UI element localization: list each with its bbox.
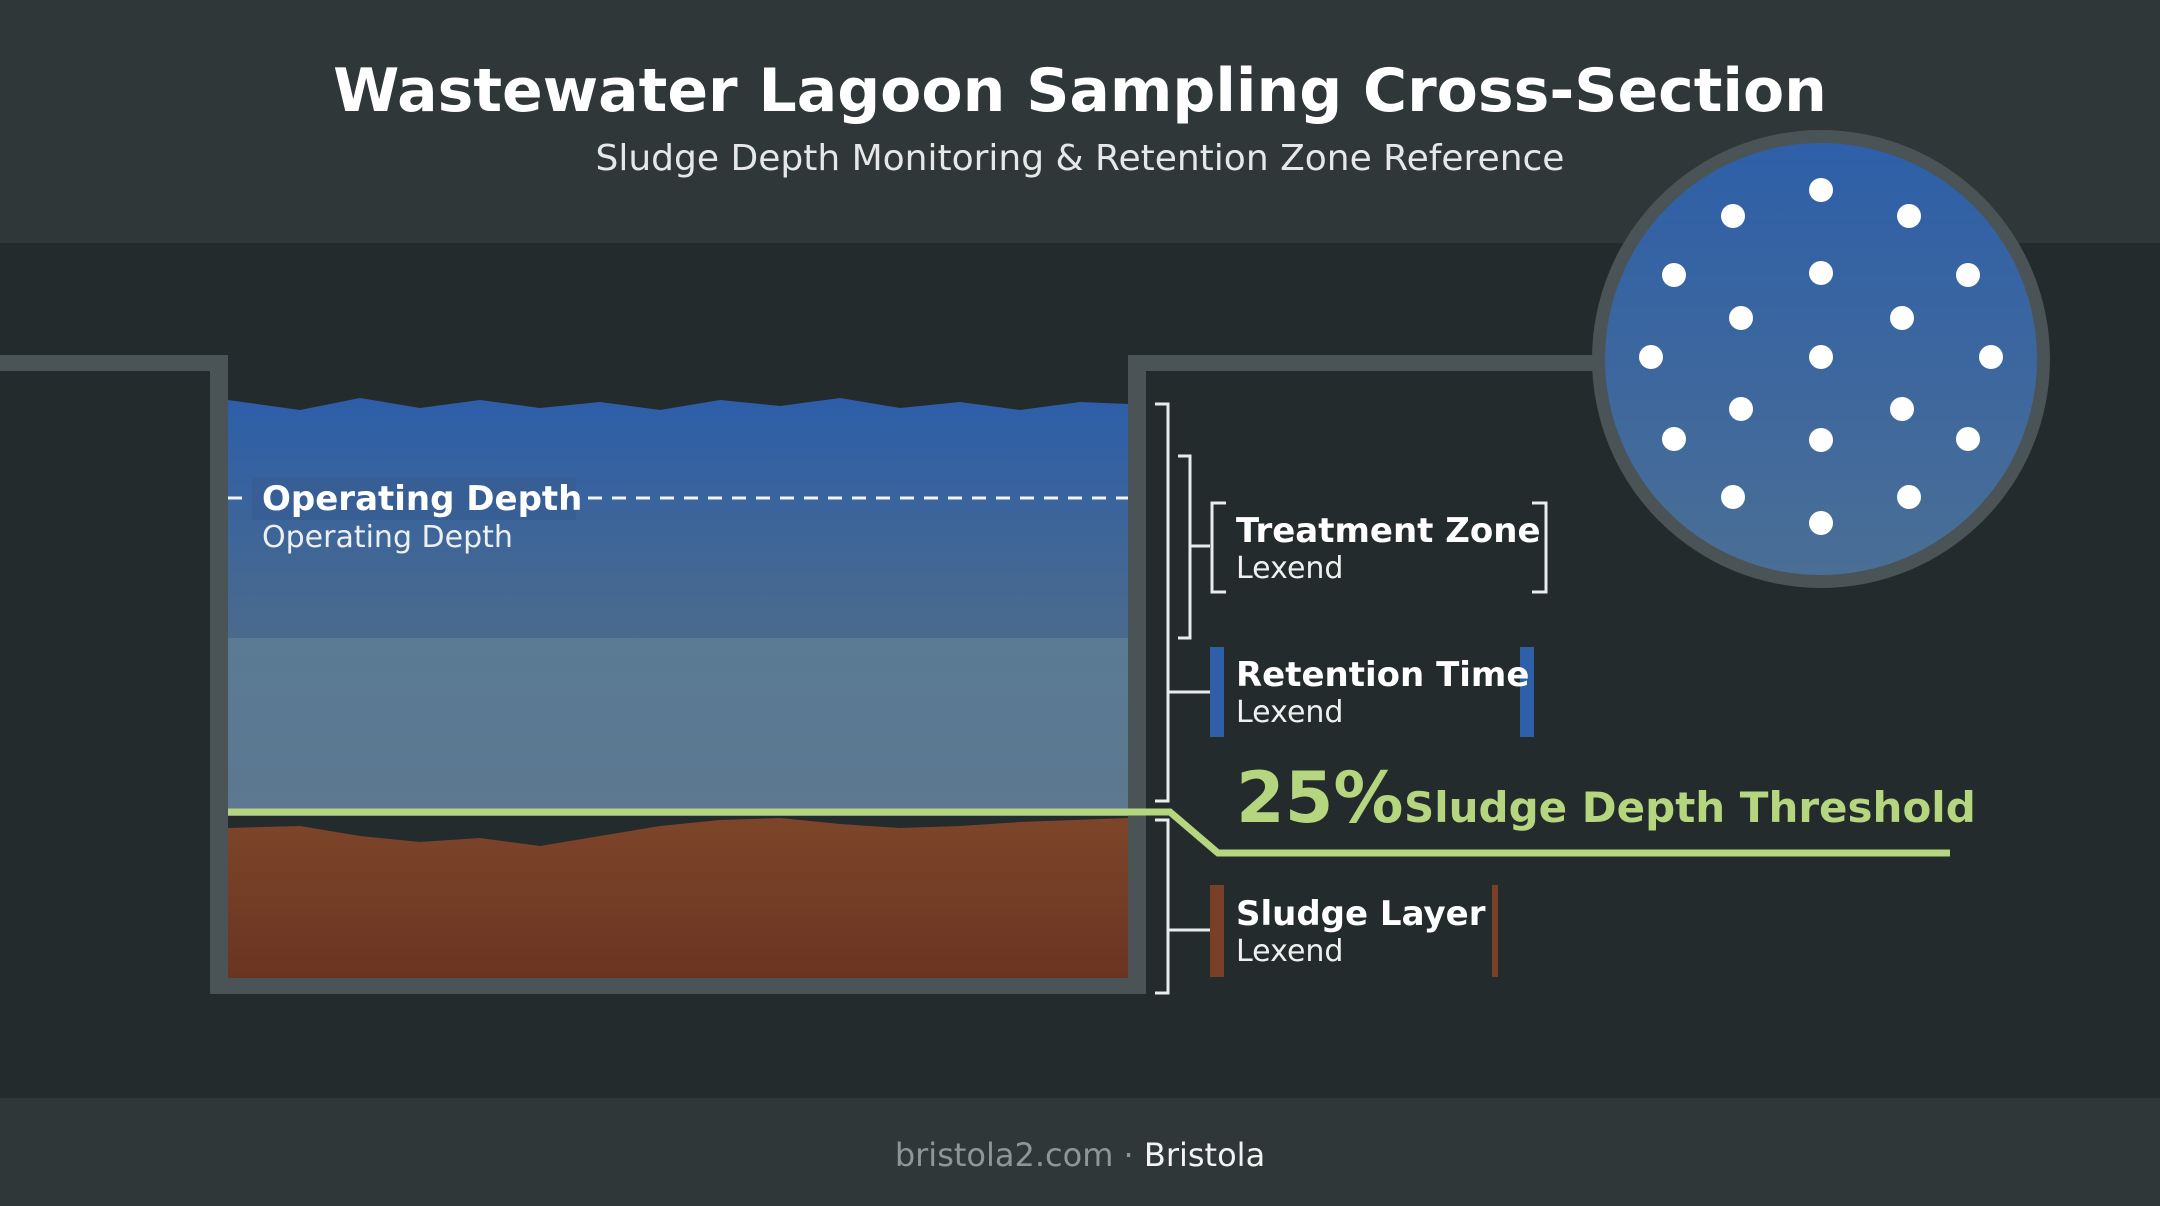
- wall-left: [210, 355, 228, 993]
- operating-depth-sublabel: Operating Depth: [262, 520, 513, 555]
- page-title: Wastewater Lagoon Sampling Cross-Section: [333, 56, 1827, 126]
- lagoon-basin: [210, 355, 1146, 994]
- lagoon-diagram: Wastewater Lagoon Sampling Cross-Section…: [0, 0, 2160, 1206]
- particle-dot: [1639, 345, 1663, 369]
- particle-dot: [1721, 204, 1745, 228]
- particle-dot: [1897, 485, 1921, 509]
- footer-brand: Bristola: [1144, 1136, 1265, 1174]
- sludge-bar-left: [1210, 885, 1224, 977]
- particle-dot: [1897, 204, 1921, 228]
- particle-dot: [1979, 345, 2003, 369]
- zone-sludge-subtitle: Lexend: [1236, 934, 1343, 969]
- particle-dot: [1809, 428, 1833, 452]
- zone-retention-title: Retention Time: [1236, 655, 1529, 695]
- particle-dot: [1956, 427, 1980, 451]
- retention-bar-left: [1210, 647, 1224, 737]
- particle-dot: [1809, 345, 1833, 369]
- wall-right: [1128, 355, 1146, 993]
- threshold-value: 25%: [1236, 757, 1404, 839]
- footer-credit: bristola2.com · Bristola: [895, 1136, 1265, 1174]
- zone-treatment-subtitle: Lexend: [1236, 551, 1343, 586]
- sample-magnifier: [1592, 130, 2050, 588]
- zone-retention-subtitle: Lexend: [1236, 695, 1343, 730]
- particle-dot: [1662, 263, 1686, 287]
- wall-bottom: [210, 978, 1146, 994]
- ground-right: [1128, 355, 1598, 371]
- particle-dot: [1809, 511, 1833, 535]
- particle-dot: [1662, 427, 1686, 451]
- zone-sludge-title: Sludge Layer: [1236, 894, 1486, 934]
- diagram-stage: Wastewater Lagoon Sampling Cross-Section…: [0, 0, 2160, 1206]
- footer-separator: ·: [1113, 1136, 1144, 1174]
- particle-dot: [1729, 397, 1753, 421]
- threshold-label: Sludge Depth Threshold: [1404, 783, 1976, 832]
- sludge-layer: [228, 818, 1128, 980]
- particle-dot: [1890, 397, 1914, 421]
- operating-depth-label: Operating Depth: [262, 479, 582, 519]
- sludge-bar-right: [1492, 885, 1498, 977]
- page-subtitle: Sludge Depth Monitoring & Retention Zone…: [596, 138, 1565, 179]
- particle-dot: [1809, 261, 1833, 285]
- particle-dot: [1890, 306, 1914, 330]
- retention-band: [228, 638, 1128, 816]
- ground-left: [0, 355, 228, 371]
- particle-dot: [1721, 485, 1745, 509]
- particle-dot: [1956, 263, 1980, 287]
- zone-treatment-title: Treatment Zone: [1236, 511, 1541, 551]
- footer-site: bristola2.com: [895, 1136, 1114, 1174]
- particle-dot: [1729, 306, 1753, 330]
- particle-dot: [1809, 178, 1833, 202]
